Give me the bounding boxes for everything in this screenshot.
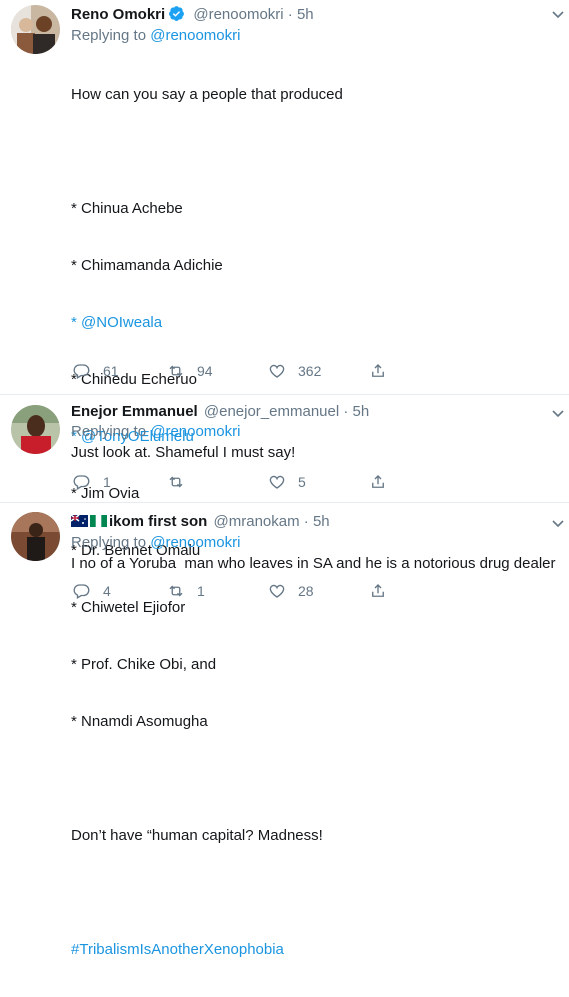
list-item: * Chinua Achebe: [71, 200, 183, 217]
retweet-button[interactable]: 94: [167, 361, 213, 381]
tweet-text: Just look at. Shameful I must say!: [71, 444, 296, 461]
reply-button[interactable]: 1: [73, 472, 111, 492]
retweet-button[interactable]: [167, 472, 197, 492]
like-button[interactable]: 362: [268, 361, 321, 381]
share-icon: [372, 364, 384, 377]
display-name[interactable]: ikom first son: [109, 513, 207, 530]
user-handle[interactable]: @enejor_emmanuel: [204, 403, 339, 420]
separator-dot: ·: [343, 403, 349, 420]
retweet-icon: [169, 476, 183, 488]
mention-link[interactable]: @NOIweala: [81, 314, 162, 331]
retweet-icon: [169, 585, 183, 597]
flag-nigeria-icon: [90, 515, 107, 527]
display-name[interactable]: Enejor Emmanuel: [71, 403, 198, 420]
avatar[interactable]: [11, 512, 60, 561]
replying-to: Replying to @renoomokri: [71, 27, 241, 44]
like-button[interactable]: 28: [268, 581, 314, 601]
user-handle[interactable]: @renoomokri: [193, 6, 283, 23]
tweet-actions: 61 94 362: [73, 361, 403, 381]
retweet-count: 1: [197, 583, 205, 599]
list-item: * Nnamdi Asomugha: [71, 713, 208, 730]
list-item: * @NOIweala: [71, 314, 163, 331]
like-count: 362: [298, 363, 322, 379]
reply-count: 61: [103, 363, 119, 379]
like-icon: [269, 364, 285, 378]
reply-icon: [73, 475, 90, 490]
like-icon: [269, 475, 285, 489]
tweet-actions: 1 5: [73, 472, 403, 492]
tweet-line: Don’t have “human capital? Madness!: [71, 827, 323, 844]
share-icon: [372, 584, 384, 597]
replying-to: Replying to @renoomokri: [71, 534, 241, 551]
list-item: * Prof. Chike Obi, and: [71, 656, 217, 673]
replying-to-handle[interactable]: @renoomokri: [150, 423, 240, 440]
share-button[interactable]: [369, 361, 387, 381]
retweet-button[interactable]: 1: [167, 581, 205, 601]
tweet-enejor-emmanuel[interactable]: Enejor Emmanuel @enejor_emmanuel · 5h Re…: [0, 395, 569, 502]
share-button[interactable]: [369, 581, 387, 601]
like-button[interactable]: 5: [268, 472, 306, 492]
like-count: 28: [298, 583, 314, 599]
chevron-down-icon[interactable]: [551, 7, 565, 21]
list-item: * Chimamanda Adichie: [71, 257, 223, 274]
hashtag-link[interactable]: #TribalismIsAnotherXenophobia: [71, 940, 343, 959]
retweet-count: 94: [197, 363, 213, 379]
tweet-text: I no of a Yoruba man who leaves in SA an…: [71, 555, 556, 572]
display-name[interactable]: Reno Omokri: [71, 6, 165, 23]
share-button[interactable]: [369, 472, 387, 492]
tweet-header: ikom first son @mranokam · 5h: [71, 512, 330, 532]
reply-icon: [73, 364, 90, 379]
tweet-header: Reno Omokri @renoomokri · 5h: [71, 5, 314, 25]
reply-count: 4: [103, 583, 111, 599]
reply-icon: [73, 584, 90, 599]
replying-to: Replying to @renoomokri: [71, 423, 241, 440]
tweet-actions: 4 1 28: [73, 581, 403, 601]
replying-to-handle[interactable]: @renoomokri: [150, 534, 240, 551]
separator-dot: ·: [287, 6, 293, 23]
like-count: 5: [298, 474, 306, 490]
flag-australia-icon: [71, 515, 88, 527]
replying-to-handle[interactable]: @renoomokri: [150, 27, 240, 44]
reply-count: 1: [103, 474, 111, 490]
timestamp[interactable]: 5h: [313, 513, 330, 530]
chevron-down-icon[interactable]: [551, 516, 565, 530]
timestamp[interactable]: 5h: [353, 403, 370, 420]
like-icon: [269, 584, 285, 598]
avatar[interactable]: [11, 5, 60, 54]
tweet-reno-omokri[interactable]: Reno Omokri @renoomokri · 5h Replying to…: [0, 0, 569, 958]
share-icon: [372, 475, 384, 488]
retweet-icon: [169, 365, 183, 377]
avatar[interactable]: [11, 405, 60, 454]
tweet-line: How can you say a people that produced: [71, 86, 343, 103]
reply-button[interactable]: 4: [73, 581, 111, 601]
tweet-header: Enejor Emmanuel @enejor_emmanuel · 5h: [71, 402, 369, 422]
verified-badge-icon: [169, 6, 185, 21]
timestamp[interactable]: 5h: [297, 6, 314, 23]
user-handle[interactable]: @mranokam: [214, 513, 300, 530]
reply-button[interactable]: 61: [73, 361, 119, 381]
tweet-ikom-first-son[interactable]: ikom first son @mranokam · 5h Replying t…: [0, 503, 569, 599]
separator-dot: ·: [303, 513, 309, 530]
chevron-down-icon[interactable]: [551, 406, 565, 420]
